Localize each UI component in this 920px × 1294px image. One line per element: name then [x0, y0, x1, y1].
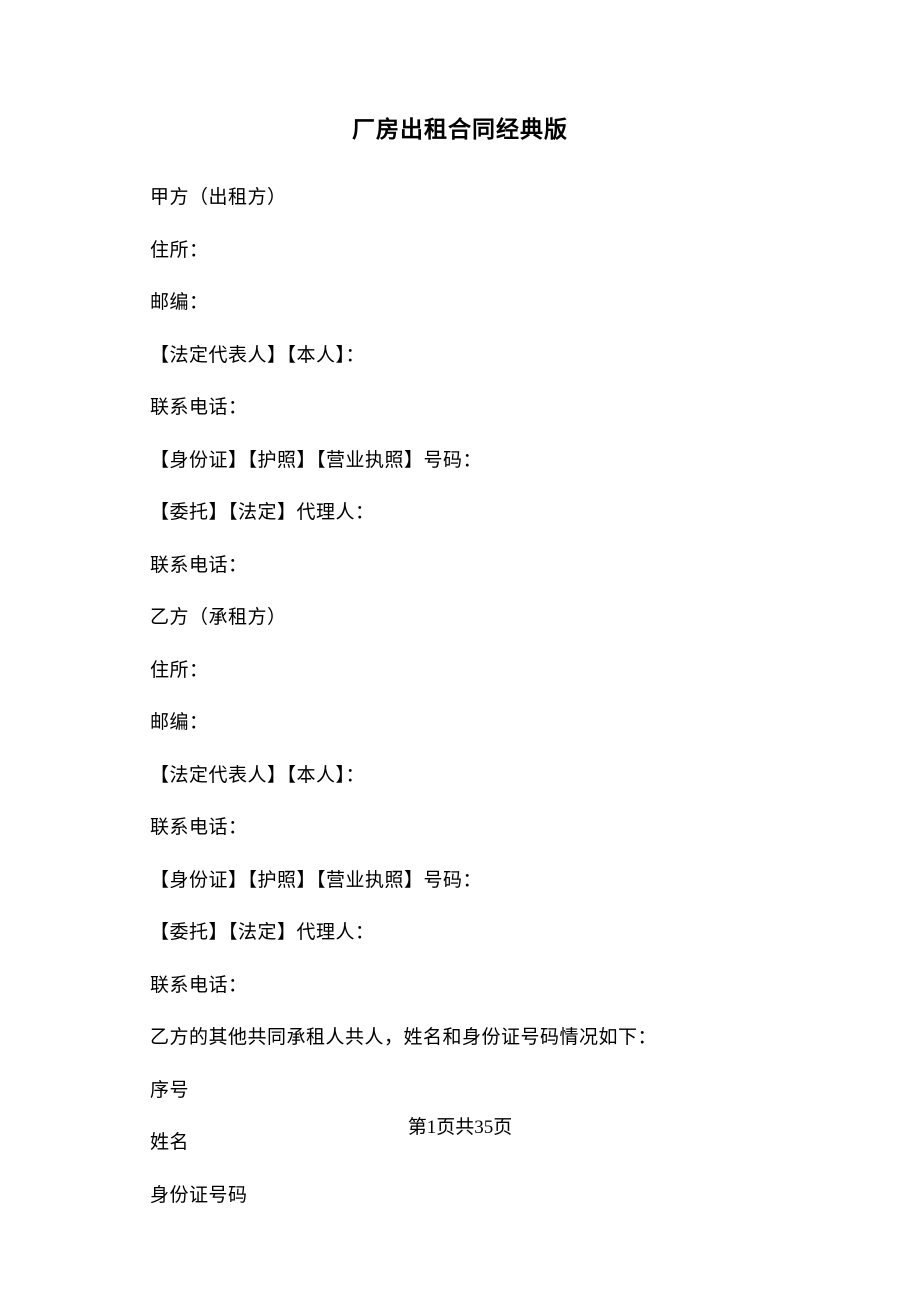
- document-page: 厂房出租合同经典版 甲方（出租方） 住所： 邮编： 【法定代表人】【本人】： 联…: [0, 0, 920, 1294]
- party-a-address: 住所：: [150, 237, 770, 266]
- party-b-agent: 【委托】【法定】代理人：: [150, 919, 770, 948]
- party-b-agent-phone: 联系电话：: [150, 972, 770, 1001]
- page-footer: 第1页共35页: [0, 1112, 920, 1139]
- co-tenants-intro: 乙方的其他共同承租人共人，姓名和身份证号码情况如下：: [150, 1024, 770, 1053]
- party-b-heading: 乙方（承租方）: [150, 604, 770, 633]
- table-header-index: 序号: [150, 1077, 770, 1106]
- document-title: 厂房出租合同经典版: [150, 110, 770, 144]
- party-b-address: 住所：: [150, 657, 770, 686]
- party-b-id-number: 【身份证】【护照】【营业执照】号码：: [150, 867, 770, 896]
- party-a-postal: 邮编：: [150, 289, 770, 318]
- party-b-phone: 联系电话：: [150, 814, 770, 843]
- party-a-representative: 【法定代表人】【本人】：: [150, 342, 770, 371]
- party-a-agent-phone: 联系电话：: [150, 552, 770, 581]
- party-b-postal: 邮编：: [150, 709, 770, 738]
- party-b-representative: 【法定代表人】【本人】：: [150, 762, 770, 791]
- party-a-agent: 【委托】【法定】代理人：: [150, 499, 770, 528]
- party-a-heading: 甲方（出租方）: [150, 184, 770, 213]
- table-header-id: 身份证号码: [150, 1182, 770, 1211]
- party-a-id-number: 【身份证】【护照】【营业执照】号码：: [150, 447, 770, 476]
- party-a-phone: 联系电话：: [150, 394, 770, 423]
